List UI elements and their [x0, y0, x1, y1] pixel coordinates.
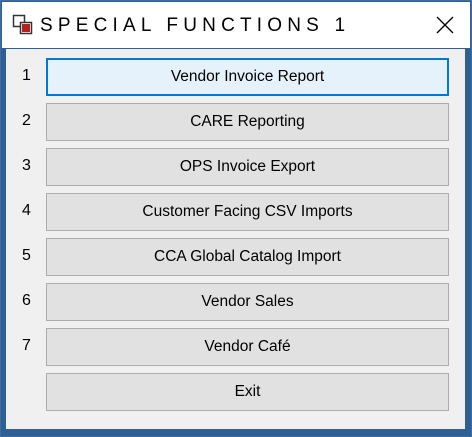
- window-title: SPECIAL FUNCTIONS 1: [40, 15, 351, 36]
- exit-button[interactable]: Exit: [46, 373, 449, 411]
- close-icon: [436, 16, 454, 34]
- vendor-sales-button[interactable]: Vendor Sales: [46, 283, 449, 321]
- overlapping-squares-icon: [12, 14, 34, 36]
- cca-global-catalog-import-button[interactable]: CCA Global Catalog Import: [46, 238, 449, 276]
- row-number-5: 5: [22, 247, 31, 264]
- care-reporting-button[interactable]: CARE Reporting: [46, 103, 449, 141]
- title-bar[interactable]: SPECIAL FUNCTIONS 1: [2, 2, 470, 48]
- vendor-cafe-button[interactable]: Vendor Café: [46, 328, 449, 366]
- row-number-7: 7: [22, 337, 31, 354]
- dialog-client-area: 1 Vendor Invoice Report 2 CARE Reporting…: [6, 49, 465, 429]
- row-number-4: 4: [22, 202, 31, 219]
- row-number-6: 6: [22, 292, 31, 309]
- close-button[interactable]: [432, 12, 458, 38]
- ops-invoice-export-button[interactable]: OPS Invoice Export: [46, 148, 449, 186]
- special-functions-window: SPECIAL FUNCTIONS 1 1 Vendor Invoice Rep…: [0, 0, 472, 437]
- customer-facing-csv-imports-button[interactable]: Customer Facing CSV Imports: [46, 193, 449, 231]
- row-number-2: 2: [22, 112, 31, 129]
- row-number-1: 1: [22, 67, 31, 84]
- vendor-invoice-report-button[interactable]: Vendor Invoice Report: [46, 58, 449, 96]
- row-number-3: 3: [22, 157, 31, 174]
